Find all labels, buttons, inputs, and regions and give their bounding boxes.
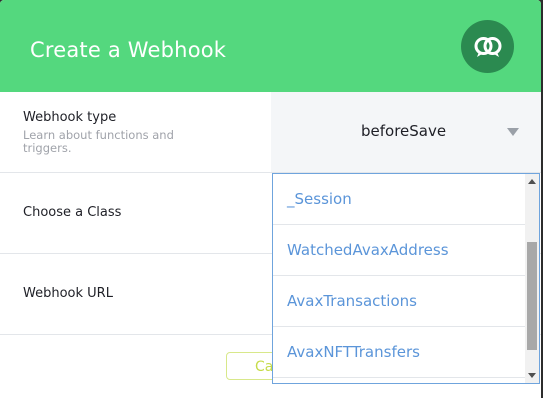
webhook-type-label: Webhook type — [23, 110, 117, 125]
scroll-down-arrow-icon[interactable] — [528, 373, 536, 378]
create-webhook-modal: Create a Webhook Webhook type Learn abou… — [0, 0, 541, 398]
webhook-type-select[interactable]: beforeSave — [271, 92, 541, 172]
webhook-rings-icon — [461, 20, 514, 73]
class-option-label: AvaxTransactions — [287, 292, 417, 310]
class-option-label: AvaxNFTTransfers — [287, 343, 420, 361]
dropdown-scrollbar[interactable] — [525, 174, 539, 383]
webhook-url-label: Webhook URL — [23, 286, 113, 301]
webhook-type-description[interactable]: Learn about functions and triggers. — [23, 129, 223, 155]
class-dropdown-list[interactable]: _Session WatchedAvaxAddress AvaxTransact… — [272, 173, 540, 384]
class-option[interactable]: AvaxNFTTransfers — [273, 327, 525, 378]
chevron-down-icon — [507, 128, 519, 136]
class-option-label: WatchedAvaxAddress — [287, 241, 449, 259]
class-option[interactable]: WatchedAvaxAddress — [273, 225, 525, 276]
class-option[interactable]: AvaxTransactions — [273, 276, 525, 327]
webhook-type-value: beforeSave — [361, 122, 447, 140]
class-option[interactable]: _Session — [273, 174, 525, 225]
scrollbar-thumb[interactable] — [527, 242, 537, 350]
scroll-up-arrow-icon[interactable] — [528, 179, 536, 184]
modal-title: Create a Webhook — [30, 38, 227, 62]
modal-header: Create a Webhook — [0, 0, 541, 92]
class-option-label: _Session — [287, 190, 352, 208]
choose-class-label: Choose a Class — [23, 205, 122, 220]
